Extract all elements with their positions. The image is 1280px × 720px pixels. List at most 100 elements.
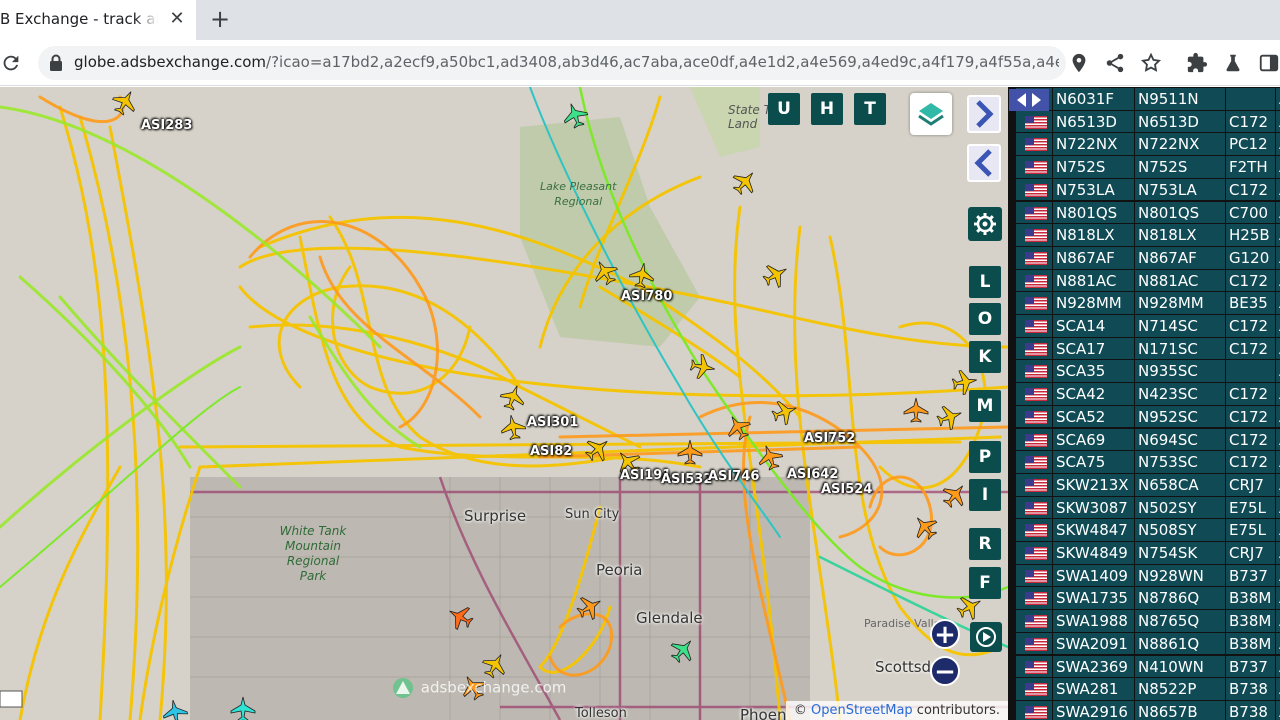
- callsign-cell: SCA17: [1053, 337, 1135, 361]
- sidebar-resize-toggle[interactable]: [1009, 89, 1049, 111]
- table-row[interactable]: SWA1409N928WNB737A: [1016, 564, 1280, 588]
- table-row[interactable]: N867AFN867AFG120A: [1016, 246, 1280, 270]
- table-row[interactable]: SCA35N935SC A: [1016, 360, 1280, 384]
- toggle-button-o[interactable]: O: [969, 303, 1001, 335]
- extra-cell: A: [1276, 269, 1280, 293]
- lab-flask-icon[interactable]: [1222, 52, 1244, 74]
- toggle-button-l[interactable]: L: [969, 266, 1001, 298]
- map-view[interactable]: State Trust Land Lake Pleasant Regional …: [0, 87, 1008, 720]
- table-row[interactable]: SCA69N694SCC172A: [1016, 428, 1280, 452]
- aircraft-label[interactable]: ASI283: [141, 118, 192, 133]
- table-row[interactable]: SWA2091N8861QB38MA: [1016, 632, 1280, 656]
- toggle-button-k[interactable]: K: [969, 341, 1001, 373]
- table-row[interactable]: SKW4847N508SYE75LA: [1016, 519, 1280, 542]
- table-row[interactable]: N752SN752SF2THA: [1016, 156, 1280, 179]
- table-row[interactable]: SWA2916N8657BB738A: [1016, 700, 1280, 720]
- attribution-suffix: contributors.: [912, 703, 1000, 718]
- zoom-out-button[interactable]: −: [930, 656, 960, 686]
- flag-cell: [1016, 587, 1053, 611]
- new-tab-button[interactable]: +: [206, 6, 234, 34]
- registration-cell: N867AF: [1135, 246, 1226, 270]
- extra-cell: A: [1276, 655, 1280, 679]
- reload-icon[interactable]: [0, 52, 22, 74]
- table-row[interactable]: SCA14N714SCC172A: [1016, 315, 1280, 338]
- table-row[interactable]: SCA75N753SCC172A: [1016, 451, 1280, 474]
- openstreetmap-link[interactable]: OpenStreetMap: [811, 703, 913, 718]
- toggle-button-p[interactable]: P: [969, 441, 1001, 473]
- aircraft-label[interactable]: ASI780: [621, 289, 672, 304]
- tab-close-icon[interactable]: ✕: [166, 8, 188, 30]
- type-cell: C172: [1226, 110, 1276, 134]
- expand-sidebar-button[interactable]: [967, 95, 1001, 133]
- share-icon[interactable]: [1104, 52, 1126, 74]
- url-text[interactable]: globe.adsbexchange.com/?icao=a17bd2,a2ec…: [74, 53, 1059, 71]
- aircraft-label[interactable]: ASI301: [527, 415, 578, 430]
- table-row[interactable]: N801QSN801QSC700A: [1016, 201, 1280, 225]
- table-row[interactable]: N818LXN818LXH25BA: [1016, 224, 1280, 247]
- callsign-cell: SKW213X: [1053, 473, 1135, 497]
- registration-cell: N9511N: [1135, 88, 1226, 111]
- extra-cell: A: [1276, 360, 1280, 384]
- table-row[interactable]: SWA1988N8765QB38MA: [1016, 610, 1280, 633]
- flag-cell: [1016, 178, 1053, 202]
- registration-cell: N754SK: [1135, 542, 1226, 565]
- registration-cell: N928WN: [1135, 564, 1226, 588]
- address-bar[interactable]: globe.adsbexchange.com/?icao=a17bd2,a2ec…: [38, 46, 1066, 80]
- units-button-u[interactable]: U: [768, 93, 800, 125]
- registration-cell: N8786Q: [1135, 587, 1226, 611]
- table-row[interactable]: SKW4849N754SKCRJ7A: [1016, 542, 1280, 565]
- table-row[interactable]: SKW3087N502SYE75LA: [1016, 496, 1280, 520]
- bookmark-star-icon[interactable]: [1140, 52, 1162, 74]
- collapse-sidebar-button[interactable]: [967, 144, 1001, 182]
- browser-tab[interactable]: B Exchange - track aircraft live ✕: [0, 0, 196, 40]
- toggle-button-f[interactable]: F: [969, 567, 1001, 599]
- side-panel-icon[interactable]: [1258, 52, 1280, 74]
- toggle-button-t[interactable]: T: [854, 93, 886, 125]
- type-cell: B38M: [1226, 610, 1276, 633]
- layers-button[interactable]: [910, 93, 952, 135]
- table-row[interactable]: N6513DN6513DC172A: [1016, 110, 1280, 134]
- table-row[interactable]: SCA42N423SCC172A: [1016, 383, 1280, 406]
- toggle-button-r[interactable]: R: [969, 528, 1001, 560]
- chevron-right-icon: [976, 100, 994, 128]
- registration-cell: N928MM: [1135, 292, 1226, 315]
- extensions-puzzle-icon[interactable]: [1186, 52, 1208, 74]
- table-row[interactable]: SWA2369N410WNB737A: [1016, 655, 1280, 679]
- zoom-in-button[interactable]: +: [930, 619, 960, 649]
- replay-button[interactable]: [970, 622, 1002, 652]
- us-flag-icon: [1025, 433, 1047, 447]
- type-cell: BE35: [1226, 292, 1276, 315]
- location-pin-icon[interactable]: [1068, 52, 1090, 74]
- us-flag-icon: [1025, 161, 1047, 175]
- aircraft-label[interactable]: ASI524: [821, 482, 872, 497]
- table-row[interactable]: SCA52N952SCC172A: [1016, 405, 1280, 429]
- us-flag-icon: [1025, 297, 1047, 311]
- table-row[interactable]: N881ACN881ACC172A: [1016, 269, 1280, 293]
- table-row[interactable]: SCA17N171SCC172A: [1016, 337, 1280, 361]
- aircraft-label[interactable]: ASI746: [708, 469, 759, 484]
- type-cell: CRJ7: [1226, 542, 1276, 565]
- table-row[interactable]: N928MMN928MMBE35A: [1016, 292, 1280, 315]
- table-row[interactable]: SKW213XN658CACRJ7A: [1016, 473, 1280, 497]
- aircraft-label[interactable]: ASI532: [661, 472, 712, 487]
- toggle-button-i[interactable]: I: [969, 479, 1001, 511]
- scottsdale-label: Scottsd: [875, 658, 932, 676]
- registration-cell: N508SY: [1135, 519, 1226, 542]
- aircraft-label[interactable]: ASI82: [530, 444, 572, 459]
- table-row[interactable]: SWA281N8522PB738A: [1016, 678, 1280, 701]
- table-row[interactable]: N722NXN722NXPC12A: [1016, 133, 1280, 157]
- table-row[interactable]: N753LAN753LAC172A: [1016, 178, 1280, 202]
- type-cell: H25B: [1226, 224, 1276, 247]
- type-cell: C172: [1226, 451, 1276, 474]
- toggle-button-h[interactable]: H: [811, 93, 843, 125]
- callsign-cell: N6031F: [1053, 88, 1135, 111]
- aircraft-label[interactable]: ASI752: [804, 431, 855, 446]
- table-row[interactable]: SWA1735N8786QB38MA: [1016, 587, 1280, 611]
- toggle-button-m[interactable]: M: [969, 390, 1001, 422]
- aircraft-label[interactable]: ASI642: [787, 467, 838, 482]
- settings-button[interactable]: [968, 207, 1002, 241]
- callsign-cell: SCA42: [1053, 383, 1135, 406]
- lock-icon[interactable]: [48, 54, 64, 72]
- table-row[interactable]: N6031FN9511N A: [1016, 88, 1280, 111]
- flag-cell: [1016, 133, 1053, 157]
